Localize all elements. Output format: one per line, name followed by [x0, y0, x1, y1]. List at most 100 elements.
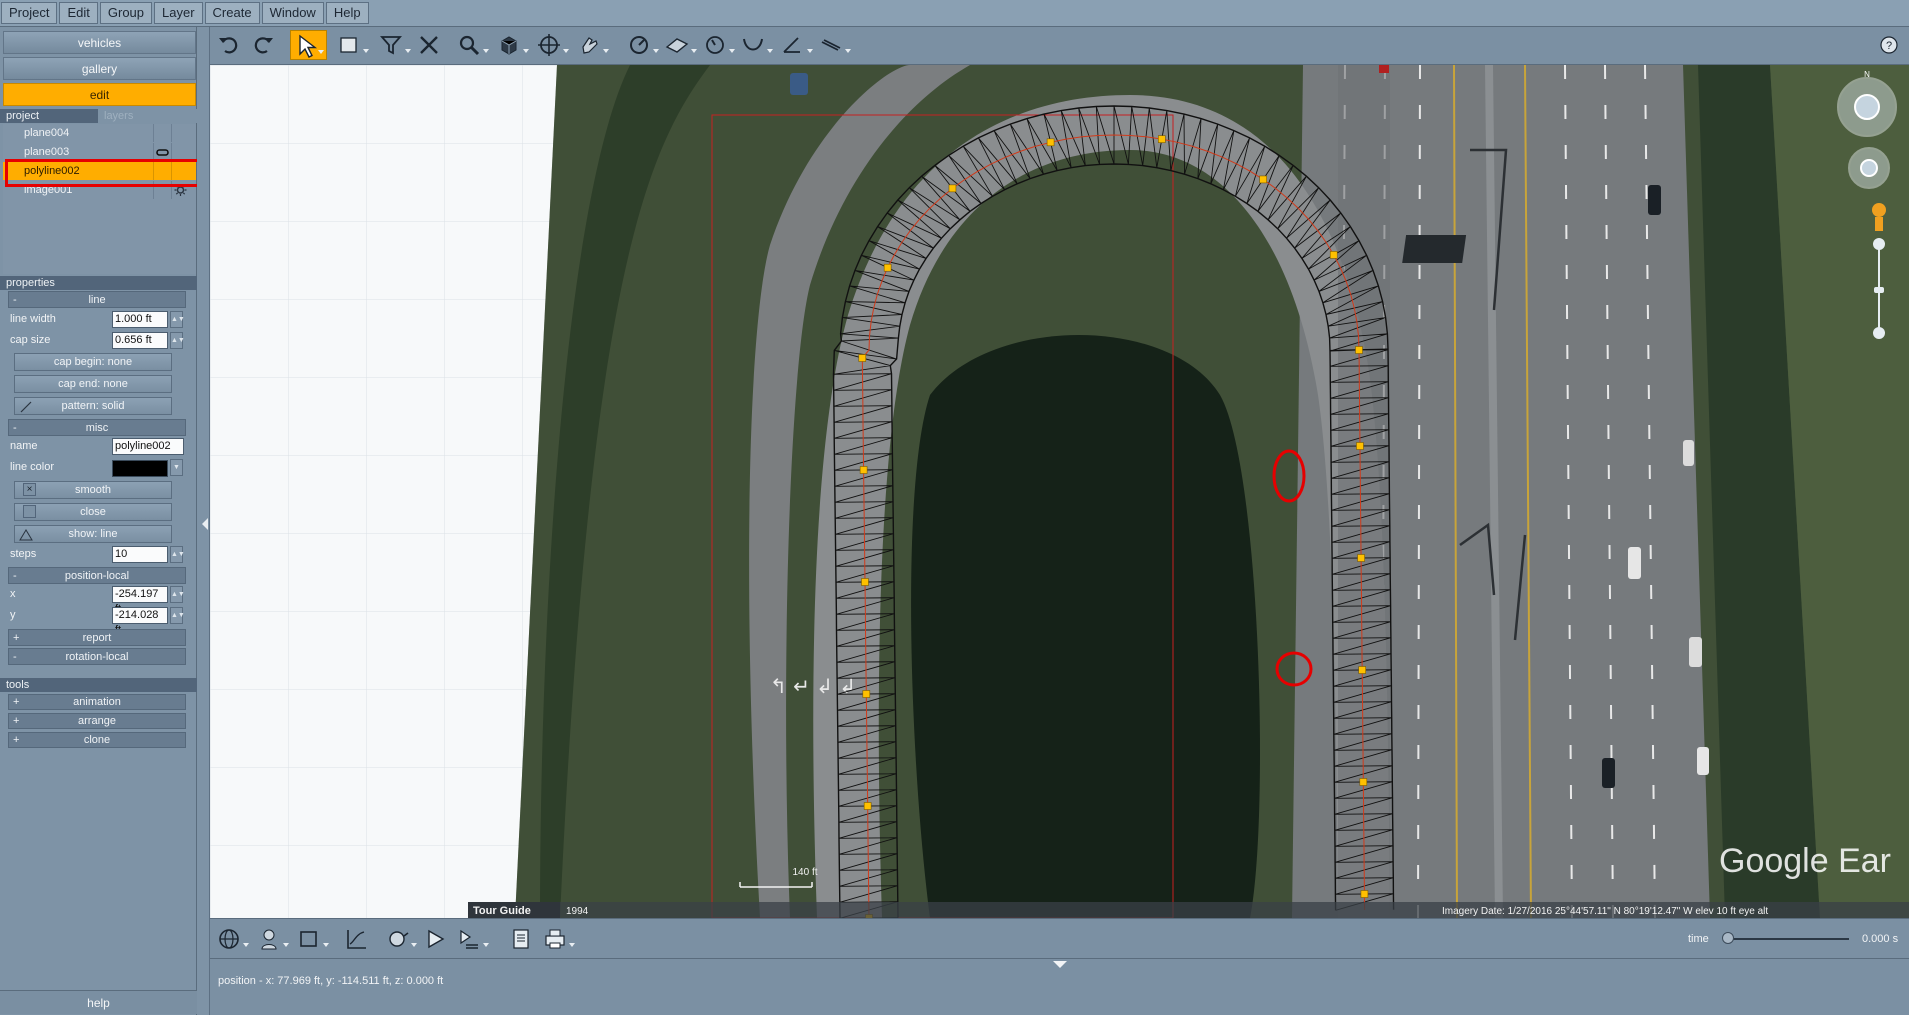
- report-group-header[interactable]: + report: [8, 629, 186, 646]
- menu-layer[interactable]: Layer: [154, 2, 203, 24]
- control-point-handle[interactable]: [858, 354, 867, 362]
- undo-button[interactable]: [214, 30, 244, 60]
- cap-size-input[interactable]: 0.656 ft: [112, 332, 168, 349]
- dimension-button[interactable]: [778, 30, 813, 60]
- control-point-handle[interactable]: [1259, 175, 1267, 184]
- report-button[interactable]: [506, 924, 536, 954]
- control-point-handle[interactable]: [948, 184, 957, 193]
- pegman-icon[interactable]: [1872, 203, 1886, 217]
- control-point-handle[interactable]: [1358, 666, 1366, 674]
- time-slider[interactable]: [1729, 938, 1849, 940]
- control-point-handle[interactable]: [1360, 890, 1369, 898]
- zoom-slider-thumb[interactable]: [1874, 287, 1884, 293]
- project-subtab[interactable]: project: [0, 109, 98, 123]
- time-slider-thumb[interactable]: [1722, 932, 1734, 944]
- smooth-checkbox[interactable]: ×: [23, 483, 36, 496]
- pattern-button[interactable]: pattern: solid: [14, 397, 172, 415]
- frame-button[interactable]: [294, 924, 329, 954]
- show-line-button[interactable]: show: line: [14, 525, 172, 543]
- control-point-handle[interactable]: [861, 578, 869, 586]
- menu-create[interactable]: Create: [204, 2, 260, 24]
- view-cube-button[interactable]: [494, 30, 529, 60]
- line-color-swatch[interactable]: [112, 460, 168, 477]
- plane-button[interactable]: [662, 30, 697, 60]
- layers-subtab[interactable]: layers: [98, 109, 197, 123]
- menu-project[interactable]: Project: [1, 2, 58, 24]
- collapse-arrow-icon[interactable]: [202, 518, 208, 530]
- animation-group-header[interactable]: + animation: [8, 694, 186, 710]
- tree-item-polyline002[interactable]: polyline002: [3, 162, 196, 180]
- help-button[interactable]: help: [0, 990, 197, 1014]
- control-point-handle[interactable]: [863, 802, 872, 810]
- look-joystick-icon[interactable]: [1854, 94, 1880, 120]
- curve-button[interactable]: [738, 30, 773, 60]
- vehicles-tab[interactable]: vehicles: [3, 31, 196, 54]
- control-point-handle[interactable]: [1356, 442, 1364, 450]
- pan-button[interactable]: [534, 30, 569, 60]
- tour-guide-label[interactable]: Tour Guide: [473, 905, 531, 917]
- tape-measure-button[interactable]: [816, 30, 851, 60]
- control-point-handle[interactable]: [883, 263, 892, 272]
- motion-button[interactable]: [382, 924, 417, 954]
- y-spinner[interactable]: ▲▼: [170, 607, 185, 624]
- line-width-input[interactable]: 1.000 ft: [112, 311, 168, 328]
- close-checkbox[interactable]: [23, 505, 36, 518]
- print-button[interactable]: [540, 924, 575, 954]
- x-input[interactable]: -254.197 ft: [112, 586, 168, 615]
- measure-angle-button[interactable]: [624, 30, 659, 60]
- graph-button[interactable]: [342, 924, 372, 954]
- misc-group-header[interactable]: - misc: [8, 419, 186, 436]
- zoom-button[interactable]: [454, 30, 489, 60]
- 3d-viewport[interactable]: ↰ ↵ ↲ ↲ Tour Guide 1994 Imagery Date: 1/…: [210, 65, 1909, 918]
- control-point-handle[interactable]: [1359, 778, 1368, 786]
- menu-group[interactable]: Group: [99, 2, 153, 24]
- dial-button[interactable]: [700, 30, 735, 60]
- play-button[interactable]: [420, 924, 450, 954]
- control-point-handle[interactable]: [1357, 554, 1365, 562]
- menu-window[interactable]: Window: [261, 2, 324, 24]
- control-point-handle[interactable]: [1157, 135, 1166, 143]
- expand-arrow-icon[interactable]: [1053, 961, 1067, 968]
- menu-edit[interactable]: Edit: [59, 2, 98, 24]
- steps-input[interactable]: 10: [112, 546, 168, 563]
- delete-button[interactable]: [414, 30, 444, 60]
- cap-size-spinner[interactable]: ▲▼: [170, 332, 185, 349]
- tree-item-image001[interactable]: image001: [3, 181, 196, 199]
- line-group-header[interactable]: - line: [8, 291, 186, 308]
- control-point-handle[interactable]: [1329, 251, 1338, 259]
- smooth-toggle[interactable]: smooth: [14, 481, 172, 499]
- x-spinner[interactable]: ▲▼: [170, 586, 185, 603]
- zoom-out-icon[interactable]: [1873, 327, 1885, 339]
- globe-button[interactable]: [214, 924, 249, 954]
- select-tool-button[interactable]: [290, 30, 327, 60]
- edit-tab[interactable]: edit: [3, 83, 196, 106]
- tree-item-plane003[interactable]: plane003: [3, 143, 196, 161]
- arrange-group-header[interactable]: + arrange: [8, 713, 186, 729]
- position-group-header[interactable]: - position-local: [8, 567, 186, 584]
- control-point-handle[interactable]: [862, 690, 871, 698]
- rotation-group-header[interactable]: - rotation-local: [8, 648, 186, 665]
- help-icon-button[interactable]: ?: [1874, 30, 1904, 60]
- close-toggle[interactable]: close: [14, 503, 172, 521]
- move-joystick-icon[interactable]: [1860, 159, 1878, 177]
- cap-end-button[interactable]: cap end: none: [14, 375, 172, 393]
- playlist-button[interactable]: [454, 924, 489, 954]
- steps-spinner[interactable]: ▲▼: [170, 546, 185, 563]
- menu-help[interactable]: Help: [325, 2, 369, 24]
- name-input[interactable]: polyline002: [112, 438, 184, 455]
- control-point-handle[interactable]: [1355, 346, 1363, 354]
- line-color-dropdown[interactable]: ▼: [170, 459, 183, 476]
- zoom-in-icon[interactable]: [1873, 238, 1885, 250]
- gallery-tab[interactable]: gallery: [3, 57, 196, 80]
- y-input[interactable]: -214.028 ft: [112, 607, 168, 636]
- filter-button[interactable]: [376, 30, 411, 60]
- control-point-handle[interactable]: [1046, 138, 1055, 147]
- line-width-spinner[interactable]: ▲▼: [170, 311, 185, 328]
- tree-item-plane004[interactable]: plane004: [3, 124, 196, 142]
- control-point-handle[interactable]: [859, 466, 868, 474]
- clone-group-header[interactable]: + clone: [8, 732, 186, 748]
- orbit-button[interactable]: [574, 30, 609, 60]
- cap-begin-button[interactable]: cap begin: none: [14, 353, 172, 371]
- rectangle-select-button[interactable]: [334, 30, 369, 60]
- redo-button[interactable]: [248, 30, 278, 60]
